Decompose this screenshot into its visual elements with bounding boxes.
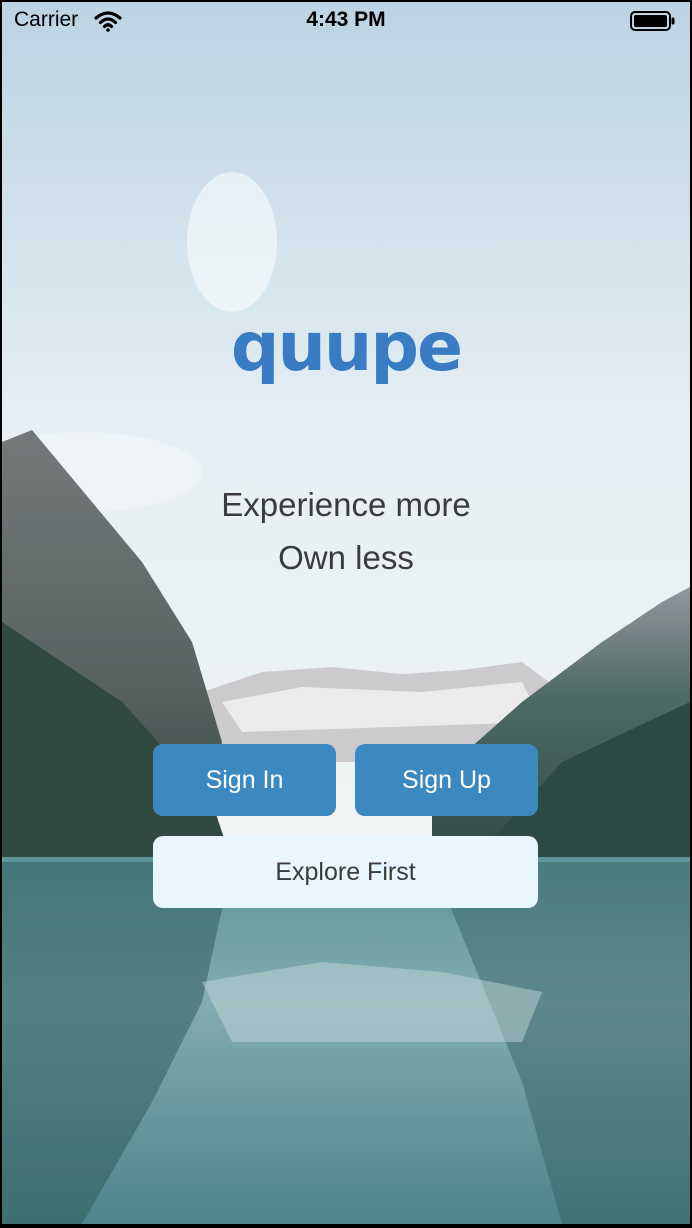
status-bar: Carrier 4:43 PM bbox=[2, 2, 690, 42]
quupe-logo: quupe bbox=[230, 308, 463, 387]
tagline-line-1: Experience more bbox=[221, 486, 471, 523]
tagline-line-2: Own less bbox=[278, 539, 414, 576]
sign-in-button[interactable]: Sign In bbox=[153, 744, 336, 816]
explore-first-button[interactable]: Explore First bbox=[153, 836, 538, 908]
app-screen: Carrier 4:43 PM quupe Experience more Ow… bbox=[2, 2, 690, 1224]
clock-time: 4:43 PM bbox=[306, 8, 386, 31]
battery-icon bbox=[630, 11, 675, 31]
sign-up-button[interactable]: Sign Up bbox=[355, 744, 538, 816]
background-landscape-image bbox=[2, 2, 690, 1224]
